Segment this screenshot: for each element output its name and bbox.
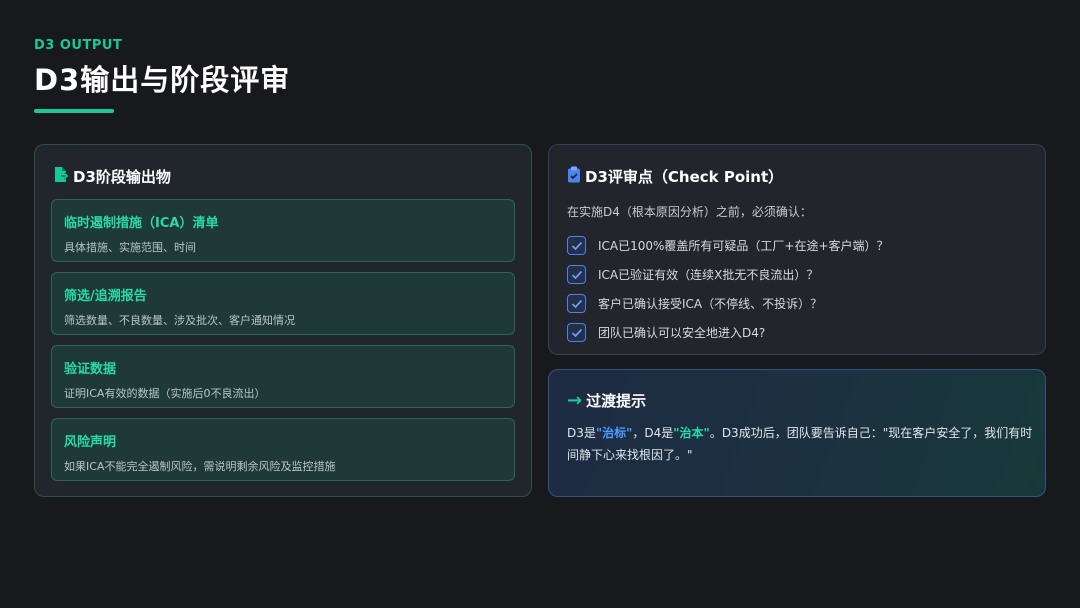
checkbox-checked-icon[interactable]: [567, 265, 586, 284]
checklist: ICA已100%覆盖所有可疑品（工厂+在途+客户端）？ ICA已验证有效（连续X…: [567, 231, 889, 347]
list-item: 验证数据 证明ICA有效的数据（实施后0不良流出）: [51, 345, 515, 408]
item-desc: 如果ICA不能完全遏制风险，需说明剩余风险及监控措施: [64, 460, 336, 473]
clipboard-check-icon: [567, 166, 581, 187]
tip-highlight: "治标": [595, 426, 633, 440]
eyebrow-label: D3 OUTPUT: [34, 38, 123, 53]
checkpoint-heading: D3评审点（Check Point）: [567, 166, 783, 187]
checkpoint-intro: 在实施D4（根本原因分析）之前，必须确认：: [567, 205, 812, 219]
checkpoint-heading-text: D3评审点（Check Point）: [585, 168, 784, 186]
slide-header: D3 OUTPUT D3输出与阶段评审: [34, 38, 290, 113]
checkbox-checked-icon[interactable]: [567, 294, 586, 313]
item-title: 临时遏制措施（ICA）清单: [64, 216, 219, 231]
item-desc: 具体措施、实施范围、时间: [64, 241, 196, 254]
item-title: 验证数据: [64, 362, 117, 377]
page-title: D3输出与阶段评审: [34, 63, 291, 97]
tip-heading: → 过渡提示: [567, 390, 646, 411]
title-underline: [34, 109, 114, 113]
list-item: 风险声明 如果ICA不能完全遏制风险，需说明剩余风险及监控措施: [51, 418, 515, 481]
checklist-item-label: 客户已确认接受ICA（不停线、不投诉）？: [598, 297, 823, 311]
transition-tip-panel: → 过渡提示 D3是"治标"，D4是"治本"。D3成功后，团队要告诉自己："现在…: [548, 369, 1046, 497]
checkbox-checked-icon[interactable]: [567, 323, 586, 342]
checklist-item: 团队已确认可以安全地进入D4?: [567, 318, 889, 347]
outputs-list: 临时遏制措施（ICA）清单 具体措施、实施范围、时间 筛选/追溯报告 筛选数量、…: [51, 199, 515, 491]
tip-highlight: "治本": [673, 426, 710, 440]
outputs-heading: D3阶段输出物: [53, 166, 171, 187]
checklist-item-label: ICA已验证有效（连续X批无不良流出）？: [598, 268, 819, 282]
checklist-item-label: ICA已100%覆盖所有可疑品（工厂+在途+客户端）？: [598, 239, 889, 253]
checklist-item-label: 团队已确认可以安全地进入D4?: [598, 326, 766, 340]
file-export-icon: [53, 166, 70, 187]
item-desc: 筛选数量、不良数量、涉及批次、客户通知情况: [64, 314, 295, 327]
tip-text-part: D3是: [567, 426, 596, 440]
item-title: 风险声明: [64, 435, 117, 450]
list-item: 筛选/追溯报告 筛选数量、不良数量、涉及批次、客户通知情况: [51, 272, 515, 335]
tip-text-part: ，D4是: [632, 426, 674, 440]
item-desc: 证明ICA有效的数据（实施后0不良流出）: [64, 387, 266, 400]
list-item: 临时遏制措施（ICA）清单 具体措施、实施范围、时间: [51, 199, 515, 262]
outputs-heading-text: D3阶段输出物: [73, 168, 171, 186]
arrow-right-icon: →: [567, 390, 583, 411]
checklist-item: 客户已确认接受ICA（不停线、不投诉）？: [567, 289, 889, 318]
checkpoint-panel: D3评审点（Check Point） 在实施D4（根本原因分析）之前，必须确认：…: [548, 144, 1046, 355]
checklist-item: ICA已100%覆盖所有可疑品（工厂+在途+客户端）？: [567, 231, 889, 260]
outputs-panel: D3阶段输出物 临时遏制措施（ICA）清单 具体措施、实施范围、时间 筛选/追溯…: [34, 144, 532, 497]
checkbox-checked-icon[interactable]: [567, 236, 586, 255]
tip-heading-text: 过渡提示: [586, 392, 647, 410]
item-title: 筛选/追溯报告: [64, 289, 147, 304]
checklist-item: ICA已验证有效（连续X批无不良流出）？: [567, 260, 889, 289]
tip-body: D3是"治标"，D4是"治本"。D3成功后，团队要告诉自己："现在客户安全了，我…: [567, 422, 1033, 466]
